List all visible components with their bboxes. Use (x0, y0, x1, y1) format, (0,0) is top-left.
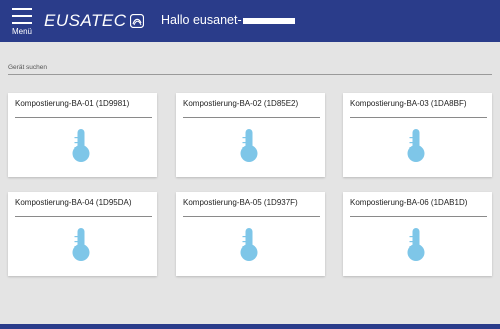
logo-mark-icon (129, 14, 144, 28)
device-name: Kompostierung-BA-06 (1DAB1D) (350, 198, 468, 207)
thermometer-icon (407, 228, 425, 261)
device-name: Kompostierung-BA-01 (1D9981) (15, 99, 130, 108)
device-name: Kompostierung-BA-02 (1D85E2) (183, 99, 299, 108)
device-name: Kompostierung-BA-04 (1D95DA) (15, 198, 132, 207)
device-card[interactable]: Kompostierung-BA-02 (1D85E2) (176, 93, 325, 177)
logo-text: EUSATEC (44, 11, 127, 30)
device-name: Kompostierung-BA-05 (1D937F) (183, 198, 298, 207)
thermometer-icon (240, 129, 258, 162)
card-divider (15, 117, 152, 118)
device-card[interactable]: Kompostierung-BA-01 (1D9981) (8, 93, 157, 177)
card-divider (183, 216, 320, 217)
redacted-username (242, 18, 295, 24)
device-card[interactable]: Kompostierung-BA-06 (1DAB1D) (343, 192, 492, 276)
top-app-bar: Menü EUSATEC Hallo eusanet- (0, 0, 500, 42)
search-input[interactable] (8, 61, 492, 74)
logo: EUSATEC (44, 11, 144, 31)
device-card[interactable]: Kompostierung-BA-03 (1DA8BF) (343, 93, 492, 177)
device-name: Kompostierung-BA-03 (1DA8BF) (350, 99, 467, 108)
device-card[interactable]: Kompostierung-BA-04 (1D95DA) (8, 192, 157, 276)
thermometer-icon (72, 129, 90, 162)
device-card[interactable]: Kompostierung-BA-05 (1D937F) (176, 192, 325, 276)
card-divider (15, 216, 152, 217)
thermometer-icon (407, 129, 425, 162)
thermometer-icon (240, 228, 258, 261)
card-divider (183, 117, 320, 118)
greeting-text: Hallo eusanet- (161, 13, 242, 27)
user-greeting: Hallo eusanet- (161, 13, 295, 27)
menu-label: Menü (11, 27, 32, 36)
device-search (8, 56, 492, 75)
bottom-bar (0, 324, 500, 329)
hamburger-icon (12, 8, 32, 24)
menu-button[interactable]: Menü (0, 0, 44, 42)
card-divider (350, 117, 487, 118)
card-divider (350, 216, 487, 217)
thermometer-icon (72, 228, 90, 261)
